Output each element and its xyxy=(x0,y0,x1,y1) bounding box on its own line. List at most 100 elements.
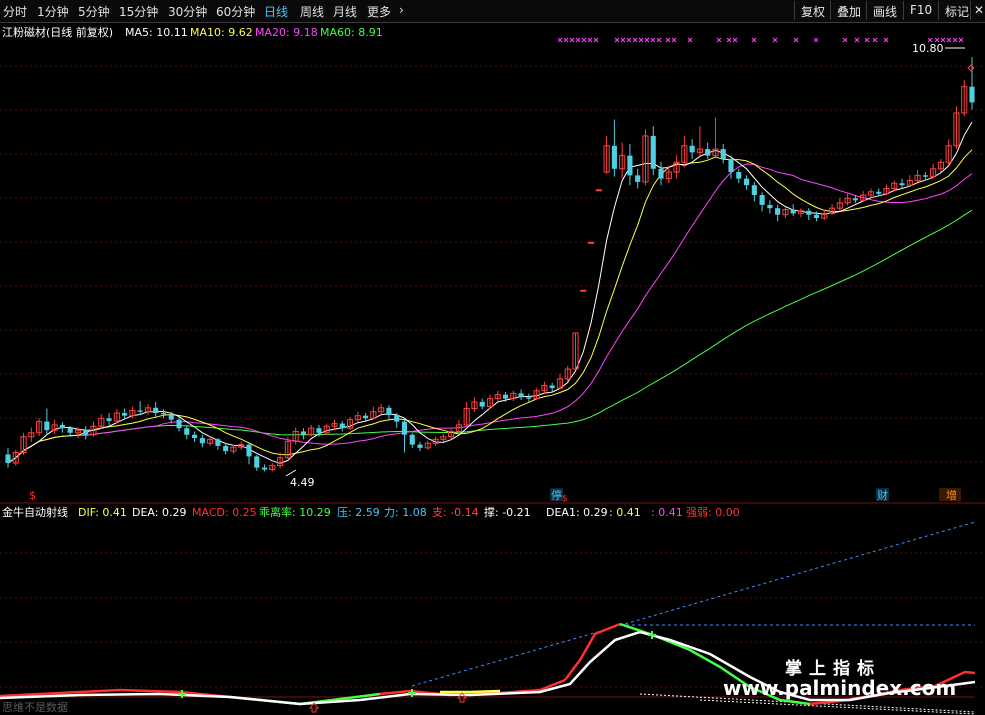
candle-body-down xyxy=(635,175,641,182)
candle-body-down xyxy=(215,439,221,446)
ma5-line xyxy=(7,121,973,464)
x-signal-mark xyxy=(614,37,620,43)
x-signal-mark xyxy=(813,37,819,43)
candle-body-up xyxy=(587,241,595,244)
candle-body-down xyxy=(813,214,820,219)
timeframe-monthly[interactable]: 月线 xyxy=(333,3,357,20)
candle-body-down xyxy=(736,172,742,179)
x-signal-mark xyxy=(581,37,587,43)
x-signal-mark xyxy=(638,37,644,43)
candle-body-down xyxy=(106,418,112,421)
candle-body-down xyxy=(59,424,65,429)
candle-body-down xyxy=(759,195,765,205)
candle-body-down xyxy=(502,394,509,399)
main-legend-ma20: MA20: 9.18 xyxy=(255,26,318,39)
event-marker-suspend[interactable]: 停 xyxy=(551,488,562,502)
x-signal-mark xyxy=(587,37,593,43)
timeframe-tick[interactable]: 分时 xyxy=(3,3,27,20)
x-signal-mark xyxy=(793,37,799,43)
x-signal-mark xyxy=(732,37,738,43)
timeframe-1min[interactable]: 1分钟 xyxy=(37,3,69,20)
sub-legend-strength: 强弱: 0.00 xyxy=(686,506,740,519)
candle-body-down xyxy=(409,434,415,445)
candle-body-down xyxy=(137,410,143,412)
close-icon[interactable]: ✕ xyxy=(970,1,985,20)
candle-body-down xyxy=(44,421,50,431)
event-marker-dividend-2[interactable]: $ xyxy=(562,494,568,504)
candle-body-down xyxy=(160,413,167,415)
svg-text:MA60: 8.91: MA60: 8.91 xyxy=(320,26,383,39)
watermark-url: www.palmindex.com xyxy=(723,676,957,700)
high-price-label: 10.80 xyxy=(912,42,944,55)
f10-button[interactable]: F10 xyxy=(903,1,938,20)
candle-body-down xyxy=(549,385,555,389)
candle-body-down xyxy=(479,401,485,407)
x-signal-mark xyxy=(569,37,575,43)
x-signal-mark xyxy=(575,37,581,43)
candle-body-down xyxy=(386,407,392,416)
timeframe-daily[interactable]: 日线 xyxy=(264,3,288,20)
event-marker-dividend[interactable]: $ xyxy=(29,489,36,502)
svg-text:MA20: 9.18: MA20: 9.18 xyxy=(255,26,318,39)
candle-body-down xyxy=(689,145,695,153)
timeframe-weekly[interactable]: 周线 xyxy=(300,3,324,20)
sub-legend-macd: MACD: 0.25 xyxy=(192,506,257,519)
chevron-right-icon[interactable]: › xyxy=(399,3,404,17)
candle-body-down xyxy=(67,428,73,433)
candle-body-down xyxy=(83,430,89,435)
x-signal-mark xyxy=(632,37,638,43)
candle-body-down xyxy=(122,413,128,416)
timeframe-60min[interactable]: 60分钟 xyxy=(216,3,255,20)
ma5-path xyxy=(7,121,973,464)
event-marker-increase[interactable]: 增 xyxy=(946,488,957,502)
timeframe-15min[interactable]: 15分钟 xyxy=(119,3,158,20)
overlay-button[interactable]: 叠加 xyxy=(830,1,867,20)
candle-body-down xyxy=(790,209,796,214)
adjust-button[interactable]: 复权 xyxy=(794,1,831,20)
timeframe-more[interactable]: 更多 xyxy=(367,3,391,20)
x-signal-mark xyxy=(864,37,870,43)
candle-body-down xyxy=(261,467,268,470)
candle-body-down xyxy=(852,198,858,201)
x-signal-mark xyxy=(656,37,662,43)
candle-body-down xyxy=(246,444,252,457)
ma60-line xyxy=(7,209,973,464)
x-signal-mark xyxy=(687,37,693,43)
candle-body-up xyxy=(595,189,602,192)
candle-body-down xyxy=(401,421,408,435)
candle-body-down xyxy=(394,415,400,422)
main-legend-ma60: MA60: 8.91 xyxy=(320,26,383,39)
x-signal-mark xyxy=(872,37,878,43)
timeframe-5min[interactable]: 5分钟 xyxy=(78,3,110,20)
candle-body-down xyxy=(526,397,532,399)
candle-body-down xyxy=(223,445,229,452)
kline-chart[interactable]: 江粉磁材(日线 前复权) MA5: 10.11 MA10: 9.62 MA20:… xyxy=(0,22,985,715)
sub-legend-extra-2: : 0.41 xyxy=(651,506,683,519)
draw-line-button[interactable]: 画线 xyxy=(866,1,903,20)
candle-body-down xyxy=(705,149,711,156)
timeframe-30min[interactable]: 30分钟 xyxy=(168,3,207,20)
event-marker-finance[interactable]: 财 xyxy=(877,488,888,502)
candle-body-down xyxy=(876,191,882,194)
x-signal-mark xyxy=(772,37,778,43)
candle-body-down xyxy=(417,444,423,448)
candle-body-down xyxy=(775,208,781,215)
main-legend-ma5: MA5: 10.11 xyxy=(125,26,188,39)
sub-legend-extra-1: : 0.41 xyxy=(609,506,641,519)
candle-body-down xyxy=(5,454,11,463)
candle-body-down xyxy=(300,431,306,435)
sub-legend-dea1: DEA1: 0.29 xyxy=(546,506,608,519)
x-signal-mark xyxy=(726,37,732,43)
dif-line-yellow xyxy=(440,689,501,694)
candle-body-down xyxy=(611,145,617,169)
candle-body-down xyxy=(153,407,159,414)
sub-legend-dif: DIF: 0.41 xyxy=(78,506,127,519)
x-signal-mark xyxy=(563,37,569,43)
svg-text:MA5: 10.11: MA5: 10.11 xyxy=(125,26,188,39)
x-signal-mark xyxy=(665,37,671,43)
candle-body-down xyxy=(518,393,524,398)
candle-body-down xyxy=(254,456,260,468)
x-signal-mark xyxy=(751,37,757,43)
x-signal-mark xyxy=(557,37,563,43)
candle-body-down xyxy=(176,419,182,429)
